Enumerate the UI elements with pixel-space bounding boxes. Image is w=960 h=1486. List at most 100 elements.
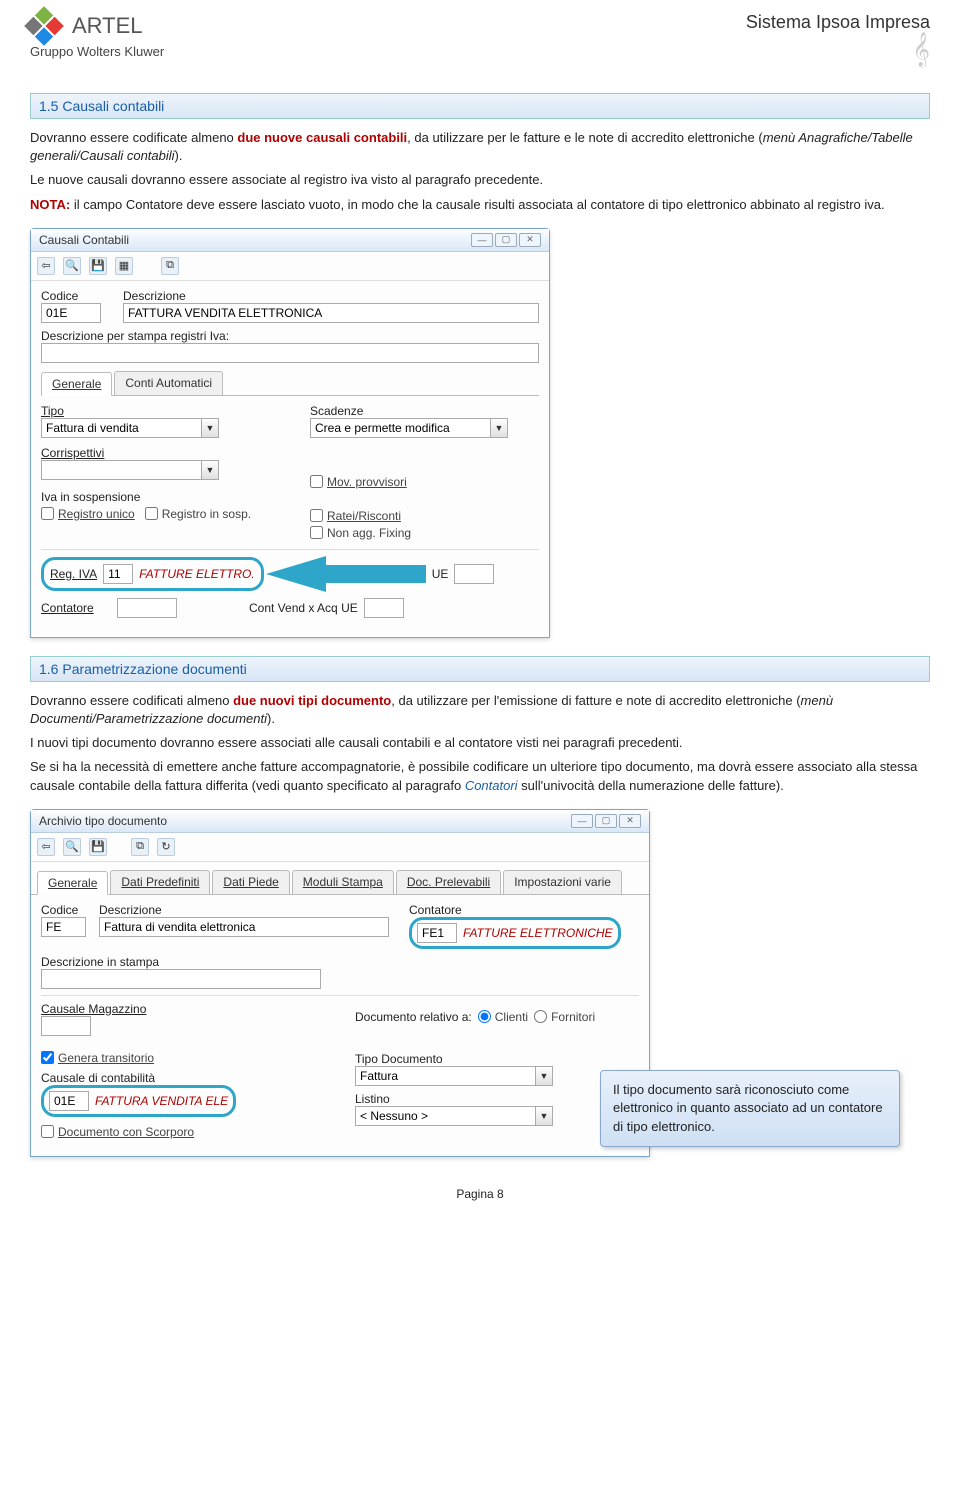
copy-icon[interactable]: ⧉ [161, 257, 179, 275]
input-descrizione[interactable] [99, 917, 389, 937]
refresh-icon[interactable]: ↻ [157, 838, 175, 856]
tabs: Generale Dati Predefiniti Dati Piede Mod… [31, 870, 649, 895]
tab-dati-piede[interactable]: Dati Piede [212, 870, 289, 894]
window-causali-contabili: Causali Contabili — ▢ ✕ ⇦ 🔍 💾 ▦ ⧉ Codice… [30, 228, 550, 638]
input-contatore-code[interactable] [417, 923, 457, 943]
input-causale-magazzino[interactable] [41, 1016, 91, 1036]
brand-subtitle: Gruppo Wolters Kluwer [30, 44, 164, 59]
label-contvend: Cont Vend x Acq UE [249, 601, 358, 615]
label-doc-relativo: Documento relativo a: [355, 1010, 472, 1024]
minimize-button[interactable]: — [471, 233, 493, 247]
artel-logo-icon [24, 6, 64, 46]
input-ue[interactable] [454, 564, 494, 584]
input-listino[interactable] [355, 1106, 535, 1126]
dropdown-icon[interactable]: ▼ [201, 460, 219, 480]
copy-icon[interactable]: ⧉ [131, 838, 149, 856]
label-tipo: Tipo [41, 404, 270, 418]
tab-doc-prelevabili[interactable]: Doc. Prelevabili [396, 870, 501, 894]
window-title: Causali Contabili [39, 233, 129, 247]
sec15-para3: NOTA: il campo Contatore deve essere las… [30, 196, 930, 214]
tab-dati-predefiniti[interactable]: Dati Predefiniti [110, 870, 210, 894]
input-contvend[interactable] [364, 598, 404, 618]
label-ue: UE [432, 567, 449, 581]
decorative-music-icon: 𝄞 [746, 33, 930, 67]
label-descr-stampa: Descrizione in stampa [41, 955, 639, 969]
grid-icon[interactable]: ▦ [115, 257, 133, 275]
sec15-para1: Dovranno essere codificate almeno due nu… [30, 129, 930, 165]
search-icon[interactable]: 🔍 [63, 838, 81, 856]
sec16-para3: Se si ha la necessità di emettere anche … [30, 758, 930, 794]
input-codice[interactable] [41, 303, 101, 323]
combo-corrispettivi[interactable]: ▼ [41, 460, 270, 480]
label-contatore: Contatore [409, 903, 639, 917]
radio-clienti[interactable]: Clienti [478, 1010, 528, 1024]
callout-box: Il tipo documento sarà riconosciuto come… [600, 1070, 900, 1147]
label-causale-contabilita: Causale di contabilità [41, 1071, 325, 1085]
sec16-para2: I nuovi tipi documento dovranno essere a… [30, 734, 930, 752]
page-header: ARTEL Gruppo Wolters Kluwer Sistema Ipso… [30, 0, 930, 75]
combo-listino[interactable]: ▼ [355, 1106, 639, 1126]
minimize-button[interactable]: — [571, 814, 593, 828]
save-icon[interactable]: 💾 [89, 257, 107, 275]
label-causale-magazzino: Causale Magazzino [41, 1002, 325, 1016]
input-tipo-documento[interactable] [355, 1066, 535, 1086]
input-causcont-code[interactable] [49, 1091, 89, 1111]
contatore-desc: FATTURE ELETTRONICHE [463, 926, 613, 940]
maximize-button[interactable]: ▢ [595, 814, 617, 828]
input-descr-stampa[interactable] [41, 969, 321, 989]
tab-moduli-stampa[interactable]: Moduli Stampa [292, 870, 394, 894]
input-descr-stampa-iva[interactable] [41, 343, 539, 363]
tab-generale[interactable]: Generale [37, 871, 108, 895]
back-icon[interactable]: ⇦ [37, 838, 55, 856]
regiva-desc: FATTURE ELETTRO. [139, 567, 255, 581]
combo-scadenze[interactable]: ▼ [310, 418, 539, 438]
window-controls: — ▢ ✕ [571, 814, 641, 828]
brand-block: ARTEL Gruppo Wolters Kluwer [30, 12, 164, 59]
close-button[interactable]: ✕ [619, 814, 641, 828]
input-corrispettivi[interactable] [41, 460, 201, 480]
highlight-causale-cont: FATTURA VENDITA ELE [41, 1085, 236, 1117]
chk-ratei-risconti[interactable]: Ratei/Risconti [310, 509, 539, 523]
chk-documento-scorporo[interactable]: Documento con Scorporo [41, 1125, 325, 1139]
chk-genera-transitorio[interactable]: Genera transitorio [41, 1051, 325, 1065]
label-descr-stampa-iva: Descrizione per stampa registri Iva: [41, 329, 539, 343]
input-contatore[interactable] [117, 598, 177, 618]
input-regiva-num[interactable] [103, 564, 133, 584]
chk-registro-sosp[interactable]: Registro in sosp. [145, 507, 251, 521]
dropdown-icon[interactable]: ▼ [535, 1106, 553, 1126]
combo-tipo[interactable]: ▼ [41, 418, 270, 438]
sec15-para2: Le nuove causali dovranno essere associa… [30, 171, 930, 189]
combo-tipo-documento[interactable]: ▼ [355, 1066, 639, 1086]
dropdown-icon[interactable]: ▼ [201, 418, 219, 438]
back-icon[interactable]: ⇦ [37, 257, 55, 275]
window-archivio-tipo-documento: Archivio tipo documento — ▢ ✕ ⇦ 🔍 💾 ⧉ ↻ … [30, 809, 650, 1157]
highlight-reg-iva: Reg. IVA FATTURE ELETTRO. [41, 557, 264, 591]
highlight-contatore: FATTURE ELETTRONICHE [409, 917, 621, 949]
chk-non-agg-fixing[interactable]: Non agg. Fixing [310, 526, 539, 540]
radio-fornitori[interactable]: Fornitori [534, 1010, 595, 1024]
toolbar: ⇦ 🔍 💾 ▦ ⧉ [31, 252, 549, 281]
tab-generale[interactable]: Generale [41, 372, 112, 396]
label-tipo-documento: Tipo Documento [355, 1052, 639, 1066]
close-button[interactable]: ✕ [519, 233, 541, 247]
input-scadenze[interactable] [310, 418, 490, 438]
dropdown-icon[interactable]: ▼ [535, 1066, 553, 1086]
label-descrizione: Descrizione [99, 903, 389, 917]
section-heading-15: 1.5 Causali contabili [30, 93, 930, 119]
label-listino: Listino [355, 1092, 639, 1106]
search-icon[interactable]: 🔍 [63, 257, 81, 275]
tab-conti-automatici[interactable]: Conti Automatici [114, 371, 223, 395]
chk-registro-unico[interactable]: Registro unico [41, 507, 135, 521]
input-codice[interactable] [41, 917, 86, 937]
dropdown-icon[interactable]: ▼ [490, 418, 508, 438]
input-tipo[interactable] [41, 418, 201, 438]
chk-mov-provvisori[interactable]: Mov. provvisori [310, 475, 539, 489]
system-title: Sistema Ipsoa Impresa [746, 12, 930, 33]
input-descrizione[interactable] [123, 303, 539, 323]
label-iva-sospensione: Iva in sospensione [41, 490, 270, 504]
toolbar: ⇦ 🔍 💾 ⧉ ↻ [31, 833, 649, 862]
tab-impostazioni-varie[interactable]: Impostazioni varie [503, 870, 622, 894]
brand-name: ARTEL [72, 13, 143, 39]
maximize-button[interactable]: ▢ [495, 233, 517, 247]
save-icon[interactable]: 💾 [89, 838, 107, 856]
